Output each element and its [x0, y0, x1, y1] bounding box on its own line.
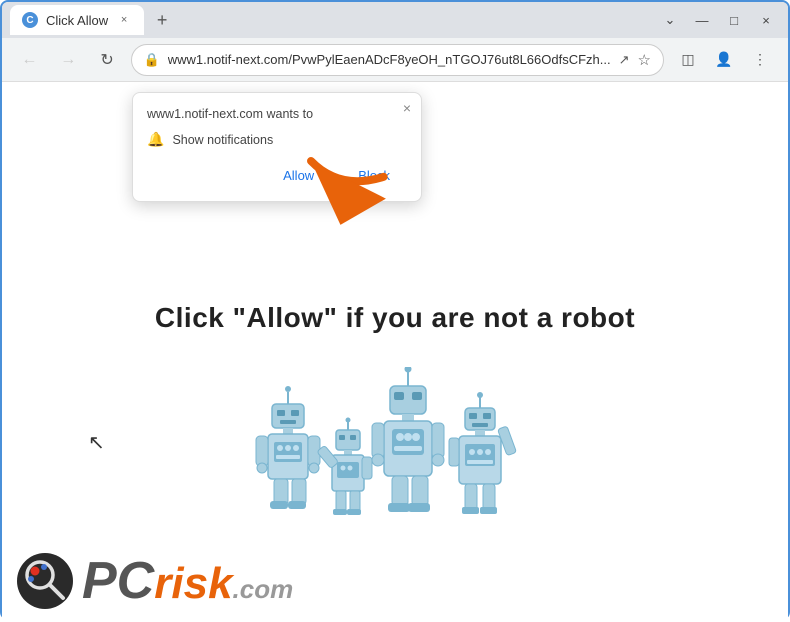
popup-show-notifications-text: Show notifications	[172, 133, 273, 147]
pcrisk-logo: PCrisk.com	[16, 552, 293, 610]
pc-logo-text: PC	[82, 555, 154, 607]
nav-bar: ← → ↻ 🔒 www1.notif-next.com/PvwPylEaenAD…	[2, 38, 788, 82]
arrow-container	[312, 132, 392, 217]
favicon-letter: C	[26, 15, 33, 26]
tab-search-button[interactable]: ⌄	[656, 6, 684, 34]
refresh-button[interactable]: ↻	[92, 44, 123, 76]
new-tab-button[interactable]: +	[148, 6, 176, 34]
minimize-button[interactable]: —	[688, 6, 716, 34]
pcrisk-icon	[16, 552, 74, 610]
close-window-button[interactable]: ×	[752, 6, 780, 34]
page-content: × www1.notif-next.com wants to 🔔 Show no…	[2, 82, 788, 622]
nav-icons: ◫ 👤 ⋮	[672, 44, 776, 76]
url-text: www1.notif-next.com/PvwPylEaenADcF8yeOH_…	[168, 52, 611, 67]
lock-icon: 🔒	[144, 52, 160, 68]
mouse-cursor: ↖	[88, 430, 105, 455]
robots-svg	[250, 367, 540, 527]
address-bar[interactable]: 🔒 www1.notif-next.com/PvwPylEaenADcF8yeO…	[131, 44, 664, 76]
risk-logo-text: risk	[154, 562, 232, 606]
back-button[interactable]: ←	[14, 44, 45, 76]
bell-icon: 🔔	[147, 131, 164, 148]
robots-illustration	[250, 367, 540, 527]
main-heading: Click "Allow" if you are not a robot	[2, 302, 788, 334]
window-controls: ⌄ — □ ×	[656, 6, 780, 34]
forward-button[interactable]: →	[53, 44, 84, 76]
maximize-button[interactable]: □	[720, 6, 748, 34]
bookmark-icon[interactable]: ☆	[638, 51, 651, 69]
popup-close-button[interactable]: ×	[403, 101, 411, 115]
menu-button[interactable]: ⋮	[744, 44, 776, 76]
tab-area: C Click Allow × +	[10, 5, 656, 35]
arrow-icon	[297, 117, 406, 226]
active-tab[interactable]: C Click Allow ×	[10, 5, 144, 35]
tab-close-button[interactable]: ×	[116, 12, 132, 28]
title-bar: C Click Allow × + ⌄ — □ ×	[2, 2, 788, 38]
share-icon: ↗	[619, 52, 630, 68]
sidebar-toggle-button[interactable]: ◫	[672, 44, 704, 76]
com-logo-text: .com	[233, 576, 294, 602]
tab-favicon: C	[22, 12, 38, 28]
tab-title: Click Allow	[46, 13, 108, 28]
profile-button[interactable]: 👤	[708, 44, 740, 76]
